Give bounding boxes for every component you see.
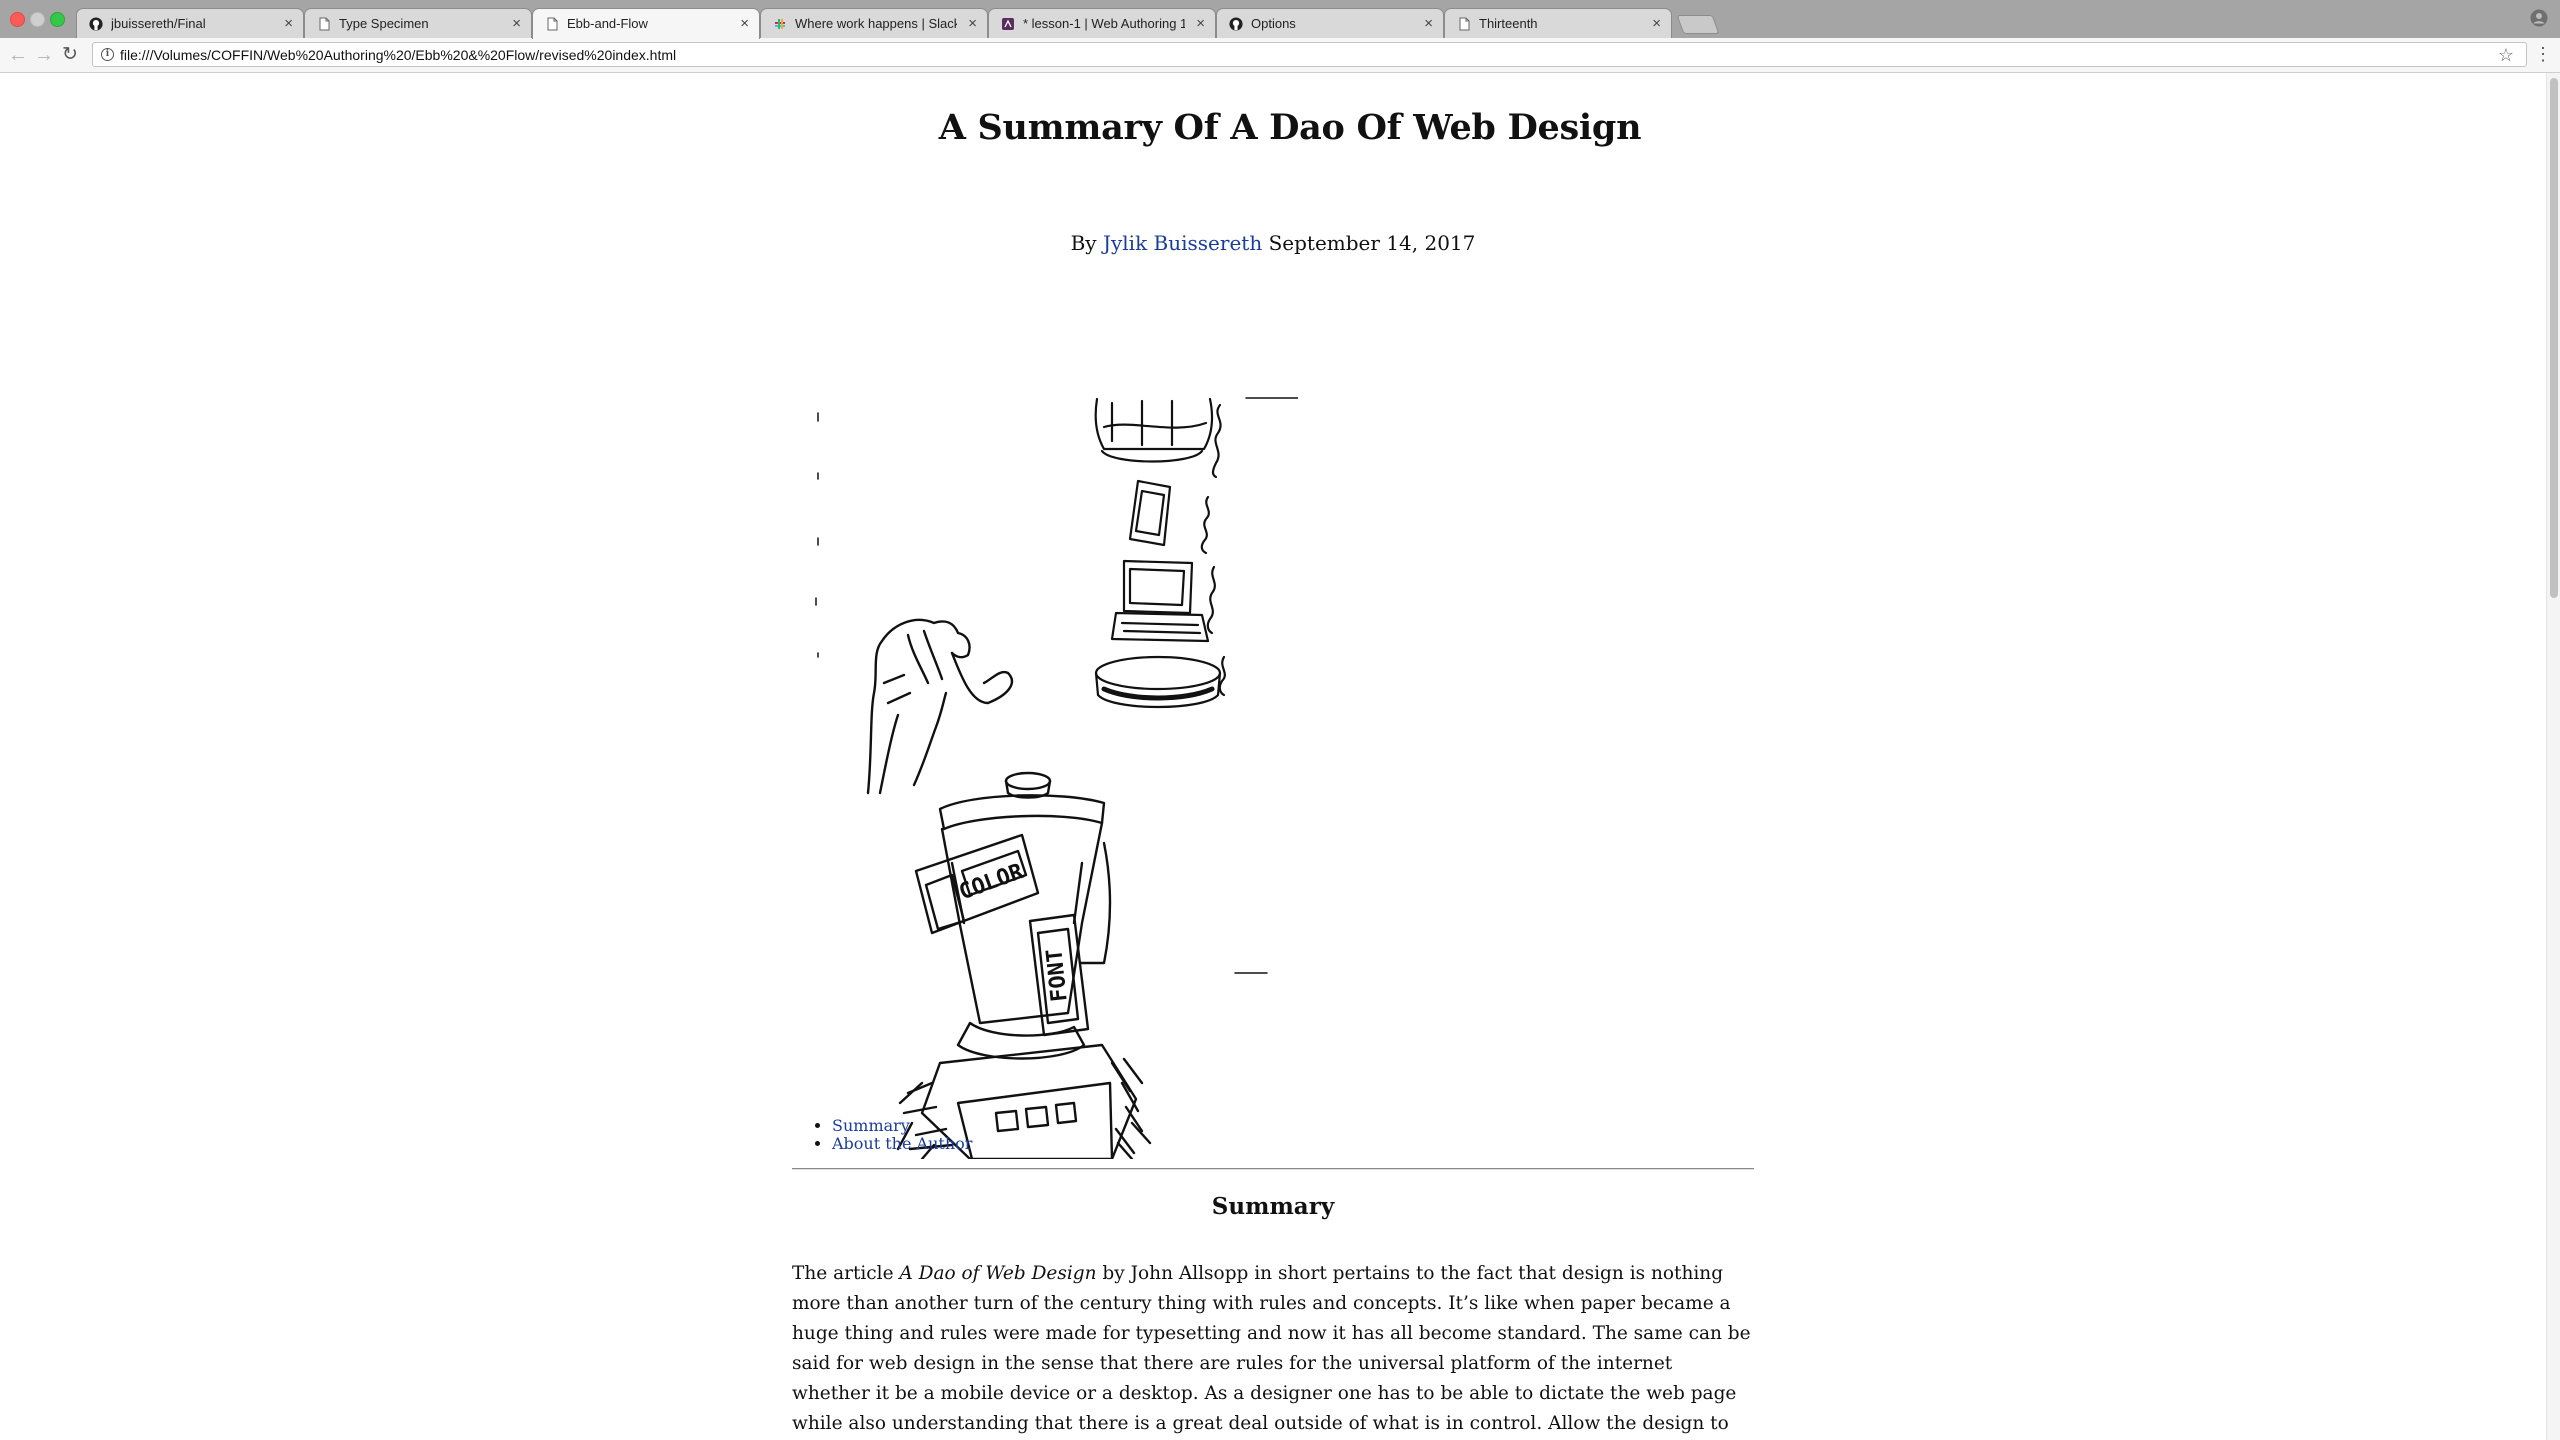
- tab-title: Type Specimen: [339, 16, 429, 31]
- nav-item-about: About the Author: [832, 1135, 972, 1153]
- close-tab-icon[interactable]: ×: [740, 9, 749, 39]
- summary-heading: Summary: [1211, 1193, 1335, 1220]
- new-tab-button[interactable]: [1676, 15, 1720, 34]
- nav-item-summary: Summary: [832, 1117, 972, 1135]
- page-content: A Summary Of A Dao Of Web Design By Jyli…: [0, 73, 2546, 1440]
- document-icon: [1459, 17, 1470, 31]
- summary-body: by John Allsopp in short pertains to the…: [792, 1263, 1751, 1434]
- font-label: FONT: [1042, 948, 1072, 1003]
- publish-date: September 14, 2017: [1268, 231, 1476, 255]
- document-icon: [547, 17, 558, 31]
- laptop-drawing: [1110, 559, 1216, 643]
- slack-icon: [775, 19, 785, 29]
- byline: By Jylik Buissereth September 14, 2017: [0, 231, 2546, 255]
- github-icon: [1229, 17, 1243, 31]
- zoom-window-button[interactable]: [50, 12, 65, 27]
- jar-drawing: [1094, 397, 1222, 479]
- tab-title: Where work happens | Slack: [795, 16, 957, 31]
- summary-intro: The article: [792, 1263, 900, 1284]
- nav-link-summary[interactable]: Summary: [832, 1116, 910, 1135]
- minimize-window-button[interactable]: [30, 12, 45, 27]
- nav-link-about-author[interactable]: About the Author: [832, 1134, 972, 1153]
- blender-illustration: COLOR FONT: [815, 397, 1298, 1159]
- close-tab-icon[interactable]: ×: [512, 9, 521, 39]
- document-icon: [319, 17, 330, 31]
- byline-prefix: By: [1070, 231, 1097, 255]
- section-nav: Summary About the Author: [804, 1117, 972, 1153]
- tab-slack[interactable]: Where work happens | Slack ×: [760, 8, 988, 38]
- tab-title: jbuissereth/Final: [111, 16, 206, 31]
- close-tab-icon[interactable]: ×: [1424, 9, 1433, 39]
- summary-paragraph: The article A Dao of Web Design by John …: [792, 1259, 1754, 1440]
- tab-jbuissereth-final[interactable]: jbuissereth/Final ×: [76, 8, 304, 38]
- info-icon[interactable]: i: [101, 48, 114, 61]
- tab-strip: jbuissereth/Final × Type Specimen × Ebb-…: [0, 0, 2560, 39]
- profile-icon[interactable]: [2530, 9, 2548, 27]
- tab-lesson-1[interactable]: * lesson-1 | Web Authoring 1 S ×: [988, 8, 1216, 38]
- hand-drawing: [866, 618, 1014, 795]
- url-text[interactable]: file:///Volumes/COFFIN/Web%20Authoring%2…: [120, 43, 676, 67]
- author-link[interactable]: Jylik Buissereth: [1103, 231, 1262, 255]
- tab-thirteenth[interactable]: Thirteenth ×: [1444, 8, 1672, 38]
- tab-options[interactable]: Options ×: [1216, 8, 1444, 38]
- tab-title: Ebb-and-Flow: [567, 16, 648, 31]
- tab-title: * lesson-1 | Web Authoring 1 S: [1023, 16, 1185, 31]
- close-tab-icon[interactable]: ×: [284, 9, 293, 39]
- close-tab-icon[interactable]: ×: [1196, 9, 1205, 39]
- tab-type-specimen[interactable]: Type Specimen ×: [304, 8, 532, 38]
- reload-icon[interactable]: ↻: [62, 45, 78, 65]
- github-icon: [89, 17, 103, 31]
- app-icon: [1002, 18, 1014, 30]
- phone-drawing: [1128, 479, 1210, 555]
- close-tab-icon[interactable]: ×: [1652, 9, 1661, 39]
- close-tab-icon[interactable]: ×: [968, 9, 977, 39]
- scrollbar-thumb[interactable]: [2550, 78, 2558, 598]
- back-arrow-icon[interactable]: ←: [8, 45, 28, 65]
- scan-marks: [815, 397, 1298, 974]
- tab-title: Thirteenth: [1479, 16, 1538, 31]
- browser-toolbar: ← → ↻ i file:///Volumes/COFFIN/Web%20Aut…: [0, 38, 2560, 73]
- menu-dots-icon[interactable]: ⋮: [2534, 44, 2552, 64]
- page-title: A Summary Of A Dao Of Web Design: [938, 107, 1642, 148]
- disc-drawing: [1094, 655, 1226, 709]
- tab-title: Options: [1251, 16, 1296, 31]
- close-window-button[interactable]: [10, 12, 25, 27]
- color-label: COLOR: [956, 859, 1027, 905]
- article-title-ref: A Dao of Web Design: [899, 1263, 1097, 1284]
- tab-ebb-and-flow[interactable]: Ebb-and-Flow ×: [532, 8, 760, 39]
- scrollbar[interactable]: [2546, 73, 2560, 1440]
- address-bar[interactable]: i file:///Volumes/COFFIN/Web%20Authoring…: [92, 42, 2527, 67]
- color-card-drawing: COLOR: [914, 833, 1040, 935]
- forward-arrow-icon[interactable]: →: [34, 45, 54, 65]
- bookmark-star-icon[interactable]: ☆: [2498, 43, 2514, 67]
- divider: [792, 1168, 1754, 1170]
